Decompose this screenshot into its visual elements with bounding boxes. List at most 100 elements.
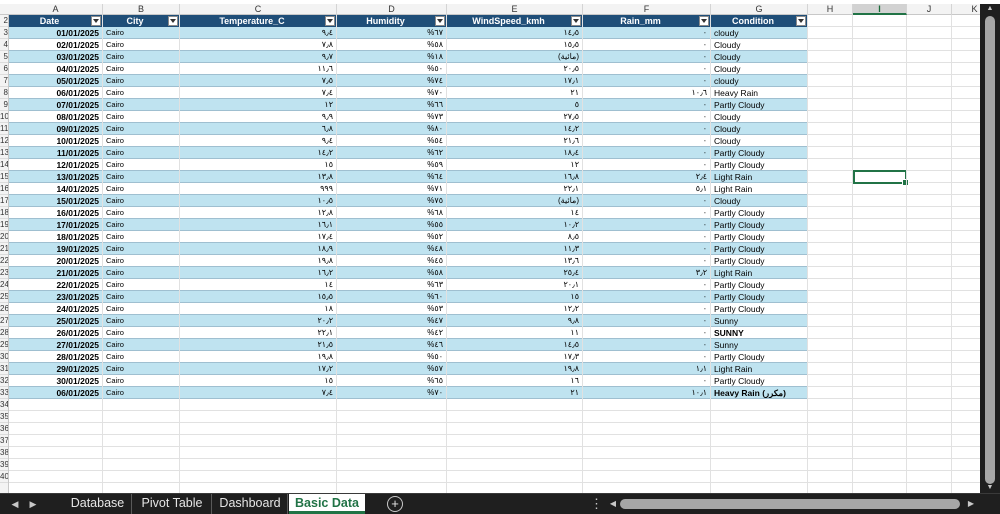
tab-dashboard[interactable]: Dashboard: [213, 494, 288, 514]
date-cell[interactable]: 22/01/2025: [9, 279, 103, 291]
row-number[interactable]: 39: [0, 459, 8, 471]
row-number[interactable]: 29: [0, 339, 8, 351]
condition-cell[interactable]: Partly Cloudy: [711, 255, 808, 267]
humidity-cell[interactable]: %٥٣: [337, 303, 447, 315]
windspeed-cell[interactable]: ٢٧٫٥: [447, 111, 583, 123]
date-cell[interactable]: 01/01/2025: [9, 27, 103, 39]
windspeed-cell[interactable]: ١٧٫٣: [447, 351, 583, 363]
city-cell[interactable]: Cairo: [103, 339, 180, 351]
condition-cell[interactable]: Cloudy: [711, 63, 808, 75]
humidity-cell[interactable]: %٧٠: [337, 387, 447, 399]
chevron-down-icon[interactable]: [796, 16, 806, 26]
windspeed-cell[interactable]: ١٤٫٢: [447, 123, 583, 135]
date-cell[interactable]: 11/01/2025: [9, 147, 103, 159]
temperature-cell[interactable]: ٢٠٫٢: [180, 315, 337, 327]
windspeed-cell[interactable]: ٢٥٫٤: [447, 267, 583, 279]
row-number[interactable]: 10: [0, 111, 8, 123]
windspeed-cell[interactable]: ٢١٫٦: [447, 135, 583, 147]
windspeed-cell[interactable]: ١٦٫٨: [447, 171, 583, 183]
humidity-cell[interactable]: %٤٧: [337, 315, 447, 327]
temperature-cell[interactable]: ١٤: [180, 279, 337, 291]
rain-cell[interactable]: ٠: [583, 27, 711, 39]
row-number[interactable]: 11: [0, 123, 8, 135]
date-cell[interactable]: 09/01/2025: [9, 123, 103, 135]
temperature-cell[interactable]: ٦٫٨: [180, 123, 337, 135]
humidity-cell[interactable]: %٧٥: [337, 195, 447, 207]
date-cell[interactable]: 16/01/2025: [9, 207, 103, 219]
row-number[interactable]: 18: [0, 207, 8, 219]
rain-cell[interactable]: ٠: [583, 351, 711, 363]
temperature-cell[interactable]: ١٩٫٨: [180, 351, 337, 363]
windspeed-cell[interactable]: (مائية): [447, 195, 583, 207]
humidity-cell[interactable]: %٧٤: [337, 75, 447, 87]
condition-cell[interactable]: cloudy: [711, 27, 808, 39]
rain-cell[interactable]: ٠: [583, 315, 711, 327]
rain-cell[interactable]: ١٫١: [583, 363, 711, 375]
row-number[interactable]: 4: [0, 39, 8, 51]
rain-cell[interactable]: ٠: [583, 255, 711, 267]
row-number[interactable]: 16: [0, 183, 8, 195]
temperature-cell[interactable]: ١٤٫٢: [180, 147, 337, 159]
humidity-cell[interactable]: %٥٩: [337, 159, 447, 171]
city-cell[interactable]: Cairo: [103, 327, 180, 339]
windspeed-cell[interactable]: ٨٫٥: [447, 231, 583, 243]
condition-cell[interactable]: Cloudy: [711, 195, 808, 207]
windspeed-cell[interactable]: ١٥: [447, 291, 583, 303]
rain-cell[interactable]: ٠: [583, 147, 711, 159]
rain-cell[interactable]: ٠: [583, 243, 711, 255]
temperature-cell[interactable]: ١٣٫٨: [180, 171, 337, 183]
humidity-cell[interactable]: %٦٤: [337, 171, 447, 183]
rain-cell[interactable]: ٠: [583, 75, 711, 87]
windspeed-cell[interactable]: ١٤٫٥: [447, 27, 583, 39]
condition-cell[interactable]: Cloudy: [711, 135, 808, 147]
rain-cell[interactable]: ٠: [583, 279, 711, 291]
date-cell[interactable]: 30/01/2025: [9, 375, 103, 387]
row-number[interactable]: 8: [0, 87, 8, 99]
city-cell[interactable]: Cairo: [103, 111, 180, 123]
humidity-cell[interactable]: %٦٢: [337, 147, 447, 159]
column-header-c[interactable]: C: [180, 4, 337, 15]
city-cell[interactable]: Cairo: [103, 363, 180, 375]
humidity-cell[interactable]: %٥٠: [337, 63, 447, 75]
row-number[interactable]: 15: [0, 171, 8, 183]
spreadsheet-area[interactable]: ABCDEFGHIJK 2 3 4 5 6 7 8 9 10 11 12 13 14 15 16 17 18 19…: [0, 0, 1000, 493]
row-number[interactable]: 6: [0, 63, 8, 75]
windspeed-cell[interactable]: ١٣٫٦: [447, 255, 583, 267]
humidity-cell[interactable]: %٥٥: [337, 219, 447, 231]
windspeed-cell[interactable]: ٥: [447, 99, 583, 111]
rain-cell[interactable]: ١٠٫١: [583, 387, 711, 399]
temperature-cell[interactable]: ١٥٫٥: [180, 291, 337, 303]
row-number[interactable]: 25: [0, 291, 8, 303]
windspeed-cell[interactable]: ١٤٫٥: [447, 339, 583, 351]
humidity-cell[interactable]: %٥٧: [337, 363, 447, 375]
temperature-cell[interactable]: ١٨٫٩: [180, 243, 337, 255]
date-cell[interactable]: 06/01/2025: [9, 387, 103, 399]
row-number[interactable]: 33: [0, 387, 8, 399]
windspeed-cell[interactable]: ٢٠٫١: [447, 279, 583, 291]
rain-cell[interactable]: ٠: [583, 99, 711, 111]
temperature-cell[interactable]: ١٩٫٨: [180, 255, 337, 267]
date-cell[interactable]: 07/01/2025: [9, 99, 103, 111]
city-cell[interactable]: Cairo: [103, 195, 180, 207]
row-number[interactable]: 24: [0, 279, 8, 291]
row-number[interactable]: 36: [0, 423, 8, 435]
city-cell[interactable]: Cairo: [103, 63, 180, 75]
tab-database[interactable]: Database: [64, 494, 132, 514]
temperature-cell[interactable]: ١٠٫٥: [180, 195, 337, 207]
condition-cell[interactable]: Partly Cloudy: [711, 219, 808, 231]
city-cell[interactable]: Cairo: [103, 147, 180, 159]
rain-cell[interactable]: ٠: [583, 327, 711, 339]
humidity-cell[interactable]: %٥٤: [337, 135, 447, 147]
row-number[interactable]: 12: [0, 135, 8, 147]
date-cell[interactable]: 29/01/2025: [9, 363, 103, 375]
temperature-cell[interactable]: ١٧٫٤: [180, 231, 337, 243]
rain-cell[interactable]: ٠: [583, 303, 711, 315]
city-cell[interactable]: Cairo: [103, 291, 180, 303]
row-number[interactable]: 14: [0, 159, 8, 171]
rain-cell[interactable]: ٠: [583, 123, 711, 135]
humidity-cell[interactable]: %٤٨: [337, 243, 447, 255]
city-cell[interactable]: Cairo: [103, 207, 180, 219]
condition-cell[interactable]: Sunny: [711, 339, 808, 351]
scroll-right-icon[interactable]: ▶: [966, 498, 976, 510]
temperature-cell[interactable]: ١٢٫٨: [180, 207, 337, 219]
